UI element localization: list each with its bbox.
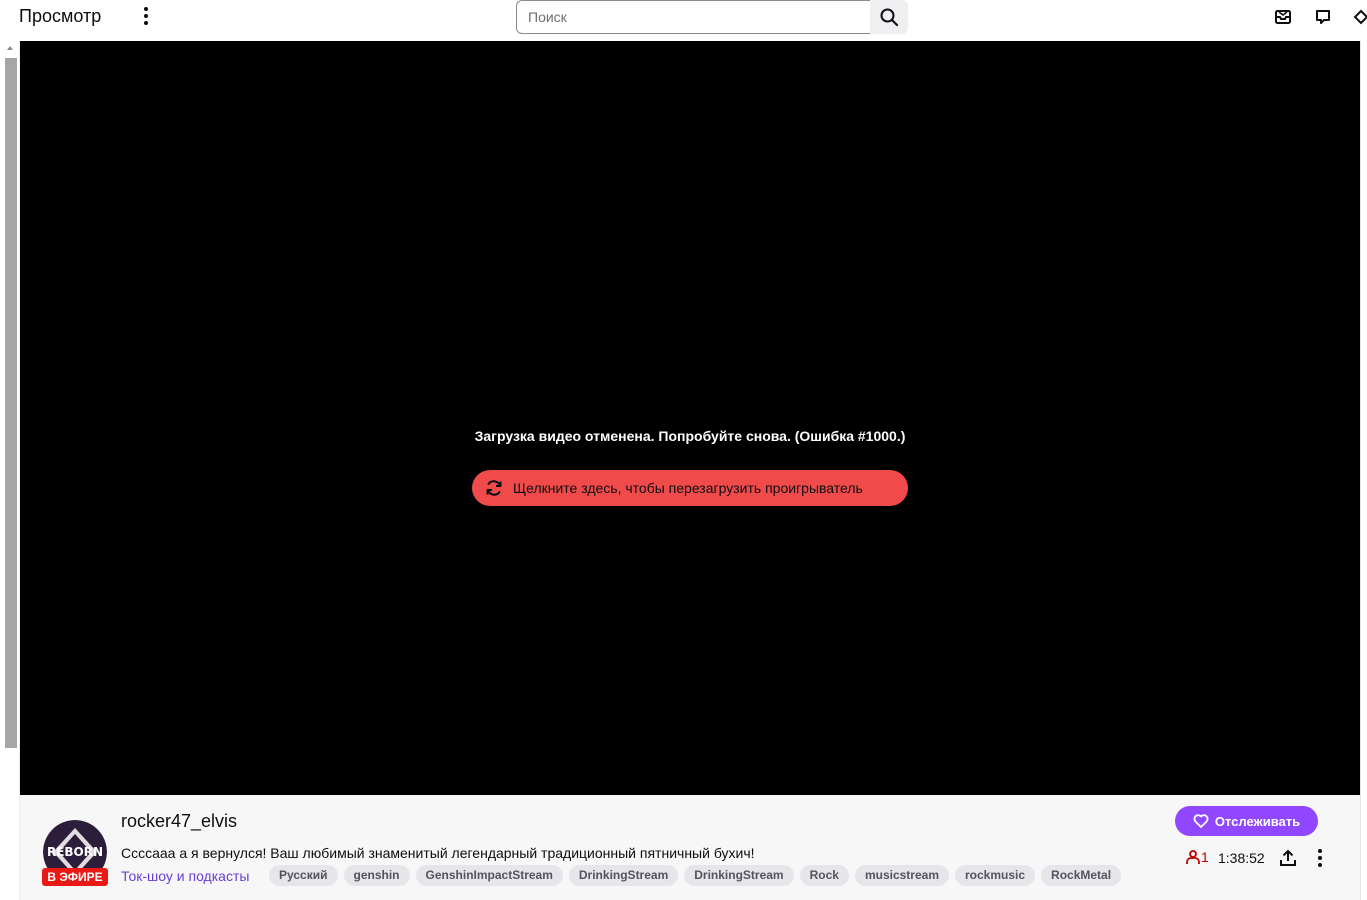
category-link[interactable]: Ток-шоу и подкасты <box>121 867 249 885</box>
video-player[interactable]: Загрузка видео отменена. Попробуйте снов… <box>20 41 1360 795</box>
reload-player-label: Щелкните здесь, чтобы перезагрузить прои… <box>513 480 863 496</box>
search-button[interactable] <box>870 0 908 34</box>
live-badge: В ЭФИРЕ <box>42 868 108 886</box>
tag[interactable]: RockMetal <box>1041 865 1122 886</box>
more-vertical-icon[interactable] <box>135 4 157 28</box>
refresh-icon <box>484 478 504 498</box>
stream-uptime: 1:38:52 <box>1218 850 1265 866</box>
vertical-scrollbar[interactable] <box>0 41 20 900</box>
prime-crown-icon[interactable] <box>1352 6 1367 28</box>
browse-link[interactable]: Просмотр <box>19 5 101 27</box>
share-icon[interactable] <box>1277 847 1299 869</box>
tag[interactable]: musicstream <box>854 865 949 886</box>
reload-player-button[interactable]: Щелкните здесь, чтобы перезагрузить прои… <box>472 470 908 506</box>
search-input[interactable] <box>516 0 870 34</box>
stream-title: Ссссааа а я вернулся! Ваш любимый знамен… <box>121 845 755 861</box>
follow-label: Отслеживать <box>1214 813 1301 829</box>
right-scrollbar-track <box>1360 41 1367 900</box>
more-options-icon[interactable] <box>1310 847 1330 869</box>
tag-list: Русский genshin GenshinImpactStream Drin… <box>269 865 1122 886</box>
channel-name-link[interactable]: rocker47_elvis <box>121 810 237 832</box>
tag[interactable]: Rock <box>799 865 849 886</box>
viewer-count: 1 <box>1185 849 1209 865</box>
search-bar <box>516 0 908 34</box>
whispers-icon[interactable] <box>1312 6 1334 28</box>
tag[interactable]: DrinkingStream <box>568 865 679 886</box>
search-icon <box>880 8 899 27</box>
tag[interactable]: rockmusic <box>955 865 1036 886</box>
scrollbar-thumb[interactable] <box>5 58 17 748</box>
svg-text:REBORN: REBORN <box>47 845 103 859</box>
top-navigation-bar: Просмотр <box>0 0 1367 41</box>
scroll-up-arrow-icon[interactable] <box>7 46 13 50</box>
viewer-icon <box>1186 850 1200 864</box>
viewer-count-value: 1 <box>1201 849 1209 865</box>
tag[interactable]: genshin <box>343 865 410 886</box>
inbox-icon[interactable] <box>1272 6 1294 28</box>
tag[interactable]: Русский <box>269 865 338 886</box>
follow-button[interactable]: Отслеживать <box>1175 806 1318 836</box>
heart-icon <box>1193 813 1209 829</box>
stream-info-panel: REBORN В ЭФИРЕ rocker47_elvis Ссссааа а … <box>20 795 1360 900</box>
player-error-message: Загрузка видео отменена. Попробуйте снов… <box>474 428 906 444</box>
tag[interactable]: GenshinImpactStream <box>415 865 563 886</box>
tag[interactable]: DrinkingStream <box>684 865 794 886</box>
